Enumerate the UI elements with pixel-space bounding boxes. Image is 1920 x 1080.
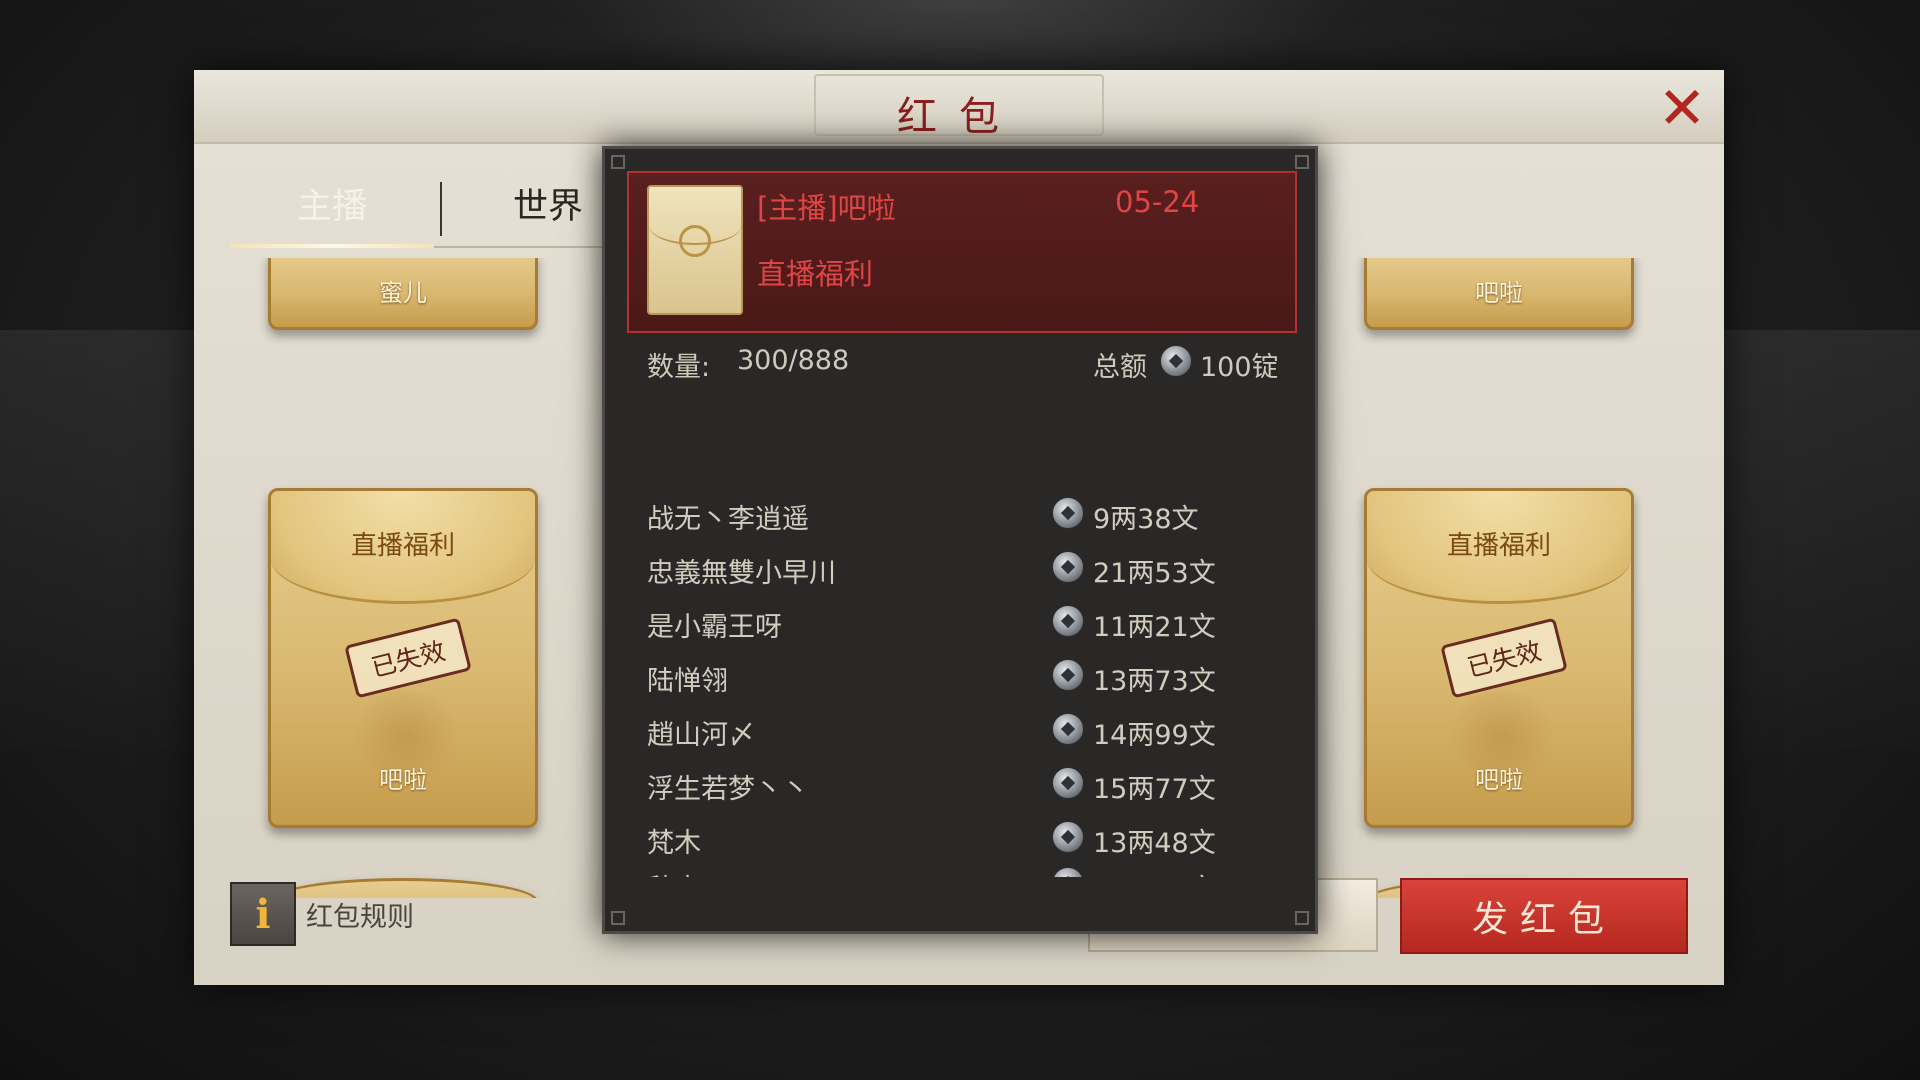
silver-coin-icon — [1052, 821, 1084, 853]
recipient-amount: 13两48文 — [1093, 828, 1216, 859]
envelope-card[interactable]: 吧啦 — [1364, 258, 1634, 330]
count-value: 300/888 — [737, 345, 850, 376]
recipient-name: 梵木 — [647, 828, 701, 859]
title-frame: 红包 — [814, 74, 1104, 140]
recipient-name: 浮生若梦丶丶 — [647, 774, 809, 805]
envelope-sender: 吧啦 — [1475, 766, 1523, 794]
list-item: 秋水 11两96文 — [605, 859, 1315, 877]
rules-info-button[interactable]: i — [230, 882, 296, 946]
window-header: 红包 ✕ — [194, 70, 1724, 144]
envelope-title: 直播福利 — [1446, 531, 1551, 561]
active-tab-indicator — [230, 244, 434, 248]
silver-coin-icon — [1052, 867, 1084, 877]
recipient-amount: 11两21文 — [1093, 612, 1216, 643]
expired-stamp: 已失效 — [344, 617, 472, 699]
recipient-amount: 9两38文 — [1093, 504, 1199, 535]
recipient-amount: 21两53文 — [1093, 558, 1216, 589]
detail-header: [主播]吧啦 05-24 直播福利 — [627, 171, 1297, 333]
total-label: 总额 — [1093, 352, 1147, 383]
envelope-sender: 吧啦 — [379, 766, 427, 794]
list-item: 是小霸王呀 11两21文 — [605, 597, 1315, 651]
recipient-amount: 11两96文 — [1093, 867, 1216, 877]
recipient-amount: 14两99文 — [1093, 720, 1216, 751]
recipient-name: 是小霸王呀 — [647, 612, 782, 643]
red-packet-detail-popup: [主播]吧啦 05-24 直播福利 数量: 300/888 总额 100锭 战无… — [602, 146, 1318, 934]
envelope-sender: 蜜儿 — [379, 279, 427, 307]
silver-coin-icon — [1160, 345, 1192, 377]
corner-ornament — [611, 155, 625, 169]
count-label: 数量: — [647, 352, 711, 383]
expired-stamp: 已失效 — [1440, 617, 1568, 699]
recipient-list[interactable]: 战无丶李逍遥 9两38文 忠義無雙小早川 21两53文 是小霸王呀 11两21文… — [605, 489, 1315, 877]
corner-ornament — [611, 911, 625, 925]
recipient-amount: 13两73文 — [1093, 666, 1216, 697]
close-icon: ✕ — [1657, 74, 1707, 142]
recipient-name: 秋水 — [647, 867, 701, 877]
silver-coin-icon — [1052, 497, 1084, 529]
list-item: 趙山河〆 14两99文 — [605, 705, 1315, 759]
list-item: 忠義無雙小早川 21两53文 — [605, 543, 1315, 597]
silver-coin-icon — [1052, 605, 1084, 637]
silver-coin-icon — [1052, 767, 1084, 799]
detail-subtitle: 直播福利 — [757, 257, 874, 291]
envelope-card[interactable]: 直播福利 已失效 吧啦 — [1364, 488, 1634, 828]
silver-coin-icon — [1052, 713, 1084, 745]
tab-anchor[interactable]: 主播 — [230, 174, 434, 232]
rules-link[interactable]: 红包规则 — [306, 895, 414, 934]
envelope-card[interactable]: 蜜儿 — [268, 258, 538, 330]
recipient-name: 陆惮翎 — [647, 666, 728, 697]
envelope-card[interactable]: 直播福利 已失效 吧啦 — [268, 488, 538, 828]
close-button[interactable]: ✕ — [1654, 74, 1710, 142]
corner-ornament — [1295, 155, 1309, 169]
detail-date: 05-24 — [1115, 185, 1200, 219]
total-value: 100锭 — [1200, 352, 1279, 383]
envelope-sender: 吧啦 — [1475, 279, 1523, 307]
recipient-name: 忠義無雙小早川 — [647, 558, 836, 589]
recipient-amount: 15两77文 — [1093, 774, 1216, 805]
list-item: 陆惮翎 13两73文 — [605, 651, 1315, 705]
recipient-name: 趙山河〆 — [647, 720, 755, 751]
envelope-title: 直播福利 — [350, 531, 455, 561]
silver-coin-icon — [1052, 659, 1084, 691]
info-icon: i — [255, 890, 271, 938]
window-title: 红包 — [897, 94, 1021, 140]
list-item: 战无丶李逍遥 9两38文 — [605, 489, 1315, 543]
tab-divider — [440, 182, 442, 236]
recipient-name: 战无丶李逍遥 — [647, 504, 809, 535]
silver-coin-icon — [1052, 551, 1084, 583]
corner-ornament — [1295, 911, 1309, 925]
envelope-icon — [647, 185, 743, 315]
detail-sender: [主播]吧啦 — [757, 191, 896, 225]
list-item: 浮生若梦丶丶 15两77文 — [605, 759, 1315, 813]
send-red-packet-button[interactable]: 发红包 — [1400, 878, 1688, 954]
